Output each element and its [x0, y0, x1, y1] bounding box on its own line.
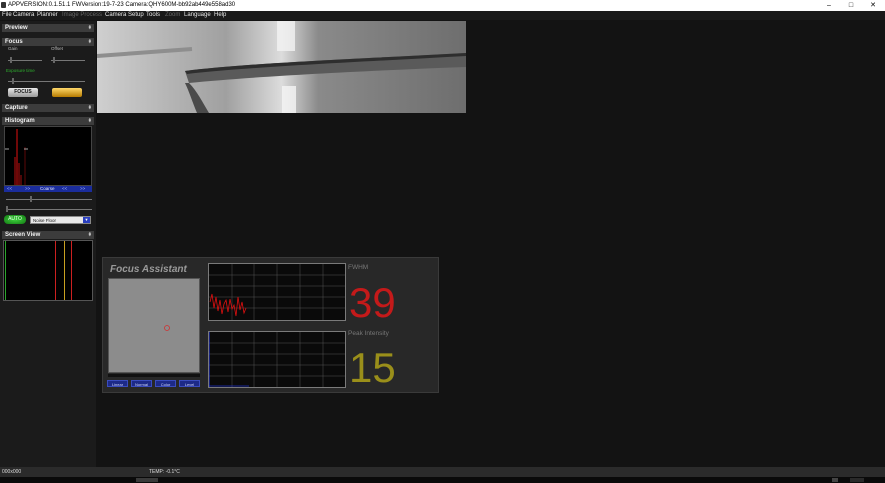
taskbar-item[interactable]: [136, 478, 158, 482]
noise-floor-select-value: Noise Floor: [33, 218, 57, 223]
menu-bar: File Camera Planner Image Process Camera…: [0, 11, 885, 20]
minimize-button[interactable]: –: [819, 0, 839, 11]
screen-view-marker: [5, 241, 6, 300]
menu-planner[interactable]: Planner: [37, 11, 58, 20]
maximize-button[interactable]: □: [841, 0, 861, 11]
fwhm-label: FWHM: [348, 264, 369, 271]
menu-zoom[interactable]: Zoom: [165, 11, 180, 20]
chevron-down-icon[interactable]: ▼: [83, 217, 90, 223]
gain-slider-thumb[interactable]: [9, 57, 12, 63]
normal-button[interactable]: Normal: [131, 380, 152, 387]
histogram-stretch-track[interactable]: [6, 199, 92, 200]
tray-icon[interactable]: [832, 478, 838, 482]
menu-camera[interactable]: Camera: [13, 11, 34, 20]
title-bar: APPVERSION:0.1.51.1 FWVersion:19-7-23 Ca…: [0, 0, 885, 11]
histogram-low-track[interactable]: [6, 209, 92, 210]
histogram-nav-left-button-2[interactable]: <<: [62, 186, 67, 192]
fwhm-graph: [208, 263, 346, 321]
offset-slider-thumb[interactable]: [52, 57, 55, 63]
gain-label: Gain: [8, 46, 18, 51]
capture-panel-header[interactable]: Capture ⇞: [2, 104, 94, 112]
screen-view-marker: [71, 241, 72, 300]
screen-view-panel-header[interactable]: Screen View ⇞: [2, 231, 94, 239]
taskbar: [0, 477, 885, 483]
screen-view-navigator[interactable]: [3, 240, 93, 301]
level-button[interactable]: Level: [179, 380, 200, 387]
peak-intensity-label: Peak Intensity: [348, 330, 389, 337]
focus-panel-header[interactable]: Focus ⇞: [2, 38, 94, 46]
sidebar: Preview ⇞ Focus ⇞ Gain Offset Exposure t…: [0, 21, 96, 467]
screen-view-marker: [64, 241, 65, 300]
focus-button[interactable]: FOCUS: [8, 88, 38, 97]
status-resolution: 000x000: [2, 469, 22, 475]
close-button[interactable]: ✕: [863, 0, 883, 11]
focus-assistant-title: Focus Assistant: [110, 264, 187, 275]
focus-assistant-panel: Focus Assistant Linear Normal Color Leve…: [102, 257, 439, 393]
fwhm-value: 39: [349, 279, 396, 326]
capture-button[interactable]: [52, 88, 82, 97]
menu-file[interactable]: File: [2, 11, 12, 20]
menu-help[interactable]: Help: [214, 11, 226, 20]
histogram-nav-right-button-2[interactable]: >>: [80, 186, 85, 192]
preview-panel-header[interactable]: Preview ⇞: [2, 24, 94, 32]
status-bar: 000x000 TEMP: -0.1°C: [0, 467, 885, 477]
collapse-icon[interactable]: ⇞: [88, 24, 92, 32]
exposure-slider-track[interactable]: [8, 81, 85, 82]
status-temperature: TEMP: -0.1°C: [149, 469, 180, 475]
peak-intensity-value: 15: [349, 344, 396, 391]
menu-camera-setup[interactable]: Camera Setup: [105, 11, 144, 20]
collapse-icon[interactable]: ⇞: [88, 38, 92, 46]
histogram-panel-header[interactable]: Histogram ⇞: [2, 117, 94, 125]
focus-panel-title: Focus: [5, 39, 23, 45]
camera-preview-image[interactable]: [97, 21, 466, 113]
collapse-icon[interactable]: ⇞: [88, 104, 92, 112]
capture-panel-title: Capture: [5, 105, 28, 111]
histogram-stretch-thumb[interactable]: [30, 196, 33, 202]
screen-view-panel-title: Screen View: [5, 232, 41, 238]
gain-slider-track[interactable]: [8, 60, 42, 61]
offset-slider-track[interactable]: [51, 60, 85, 61]
histogram-plot: [4, 126, 92, 186]
color-button[interactable]: Color: [155, 380, 176, 387]
fwhm-graph-plot: [209, 264, 345, 320]
collapse-icon[interactable]: ⇞: [88, 231, 92, 239]
linear-button[interactable]: Linear: [107, 380, 128, 387]
collapse-icon[interactable]: ⇞: [88, 117, 92, 125]
peak-intensity-graph-plot: [209, 332, 345, 387]
histogram-low-thumb[interactable]: [6, 206, 8, 212]
histogram-panel-title: Histogram: [5, 118, 35, 124]
exposure-slider-thumb[interactable]: [11, 78, 14, 84]
histogram-graph: [5, 129, 28, 185]
peak-intensity-graph: [208, 331, 346, 388]
menu-tools[interactable]: Tools: [146, 11, 160, 20]
preview-photo: [97, 21, 466, 113]
window-title: APPVERSION:0.1.51.1 FWVersion:19-7-23 Ca…: [8, 2, 236, 8]
preview-panel-title: Preview: [5, 25, 28, 31]
noise-floor-select[interactable]: Noise Floor ▼: [30, 216, 91, 224]
screen-view-marker: [55, 241, 56, 300]
star-marker: [164, 325, 170, 331]
focus-star-image[interactable]: [108, 278, 200, 373]
menu-language[interactable]: Language: [184, 11, 211, 20]
exposure-label: Exposure time: [6, 68, 35, 73]
auto-button[interactable]: AUTO: [4, 215, 26, 224]
histogram-nav-left-button[interactable]: <<: [7, 186, 12, 192]
histogram-coarse-button[interactable]: Coarse: [40, 186, 55, 192]
histogram-nav-bar: << >> Coarse << >>: [4, 186, 92, 192]
offset-label: Offset: [51, 46, 63, 51]
tray-clock: [850, 478, 864, 482]
app-icon: [1, 2, 6, 8]
focus-image-scrollbar[interactable]: [108, 374, 200, 377]
menu-image-process[interactable]: Image Process: [62, 11, 102, 20]
histogram-nav-right-button[interactable]: >>: [25, 186, 30, 192]
